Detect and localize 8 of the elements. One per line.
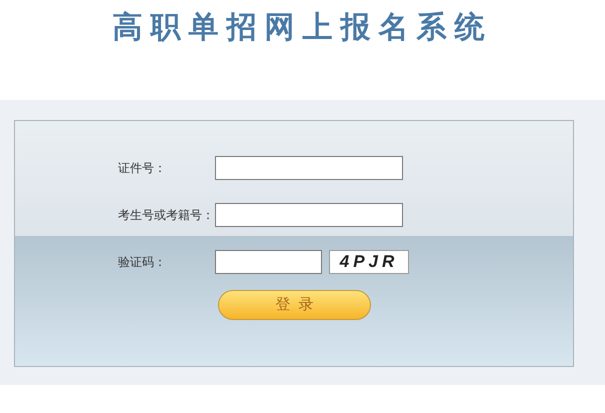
input-field[interactable] [215, 156, 403, 180]
field-label: 证件号： [118, 160, 167, 177]
field-label: 考生号或考籍号： [118, 207, 215, 224]
input-field[interactable] [215, 203, 403, 227]
captcha-image[interactable]: 4PJR [329, 250, 409, 274]
page-title: 高职单招网上报名系统 [112, 10, 492, 46]
field-label: 验证码： [118, 254, 167, 271]
captcha-field[interactable] [215, 250, 322, 274]
